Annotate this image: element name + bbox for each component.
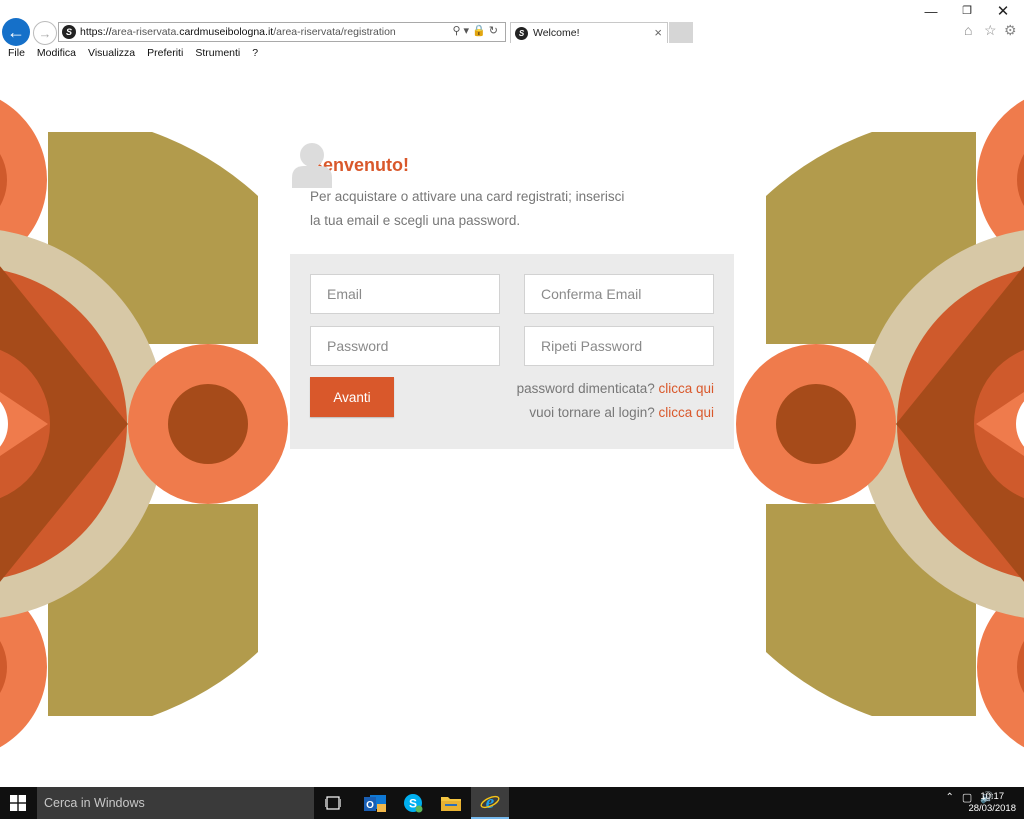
forgot-password-text: password dimenticata? <box>516 381 659 396</box>
registration-card: Benvenuto! Per acquistare o attivare una… <box>290 142 734 530</box>
address-url: https://area-riservata.cardmuseibologna.… <box>80 26 396 38</box>
close-tab-icon[interactable]: × <box>654 25 662 40</box>
outlook-icon: O <box>364 795 386 812</box>
taskbar-outlook[interactable]: O <box>356 787 394 819</box>
gear-icon[interactable]: ⚙ <box>1004 22 1017 39</box>
back-button[interactable]: ← <box>2 18 30 46</box>
task-view-icon <box>325 796 341 810</box>
menu-item-help[interactable]: ? <box>252 47 258 59</box>
search-icon[interactable]: ⚲ <box>452 25 463 37</box>
address-bar[interactable]: S https://area-riservata.cardmuseibologn… <box>58 22 506 42</box>
svg-text:e: e <box>486 792 495 812</box>
star-icon[interactable]: ☆ <box>984 22 997 39</box>
new-tab-button[interactable] <box>669 22 693 43</box>
browser-tab[interactable]: S Welcome! × <box>510 22 668 43</box>
confirm-email-field[interactable] <box>524 274 714 314</box>
submit-button[interactable]: Avanti <box>310 377 394 417</box>
search-placeholder: Cerca in Windows <box>44 796 145 810</box>
start-button[interactable] <box>0 787 36 819</box>
taskbar-search[interactable]: Cerca in Windows <box>37 787 314 819</box>
user-avatar-icon <box>292 143 332 188</box>
close-window-button[interactable]: ✕ <box>993 2 1013 20</box>
task-view-button[interactable] <box>314 787 352 819</box>
menu-item-modifica[interactable]: Modifica <box>37 47 76 59</box>
repeat-password-field[interactable] <box>524 326 714 366</box>
internet-explorer-icon: e <box>480 792 500 812</box>
menu-item-strumenti[interactable]: Strumenti <box>195 47 240 59</box>
clock-time: 10:17 <box>980 791 1005 802</box>
menu-item-preferiti[interactable]: Preferiti <box>147 47 183 59</box>
arrow-left-icon: ← <box>7 21 25 42</box>
svg-text:O: O <box>366 800 374 811</box>
minimize-button[interactable]: — <box>921 4 941 19</box>
system-clock[interactable]: 10:17 28/03/2018 <box>968 791 1016 815</box>
forgot-password-row: password dimenticata? clicca qui <box>517 381 714 396</box>
restore-button[interactable]: ❐ <box>957 4 977 17</box>
menu-item-visualizza[interactable]: Visualizza <box>88 47 135 59</box>
tab-favicon: S <box>515 26 528 40</box>
refresh-icon[interactable]: ↻ <box>489 25 501 37</box>
skype-icon: S <box>404 794 423 813</box>
windows-taskbar: Cerca in Windows O S e ⌃ ▢ 🔊 10:17 28/03… <box>0 787 1024 819</box>
intro-line: la tua email e scegli una password. <box>310 213 521 228</box>
menu-bar: File Modifica Visualizza Preferiti Strum… <box>0 44 262 61</box>
site-favicon: S <box>62 25 76 39</box>
taskbar-skype[interactable]: S <box>394 787 432 819</box>
back-to-login-row: vuoi tornare al login? clicca qui <box>529 405 714 420</box>
back-to-login-link[interactable]: clicca qui <box>658 405 714 420</box>
forward-button[interactable]: → <box>33 21 57 45</box>
back-to-login-text: vuoi tornare al login? <box>529 405 659 420</box>
chevron-up-icon[interactable]: ⌃ <box>946 792 954 803</box>
password-field[interactable] <box>310 326 500 366</box>
clock-date: 28/03/2018 <box>968 803 1016 814</box>
browser-chrome: ← → S https://area-riservata.cardmuseibo… <box>0 0 1024 63</box>
intro-line: Per acquistare o attivare una card regis… <box>310 189 625 204</box>
taskbar-file-explorer[interactable] <box>432 787 470 819</box>
page-content: Benvenuto! Per acquistare o attivare una… <box>0 62 1024 787</box>
lock-icon[interactable]: 🔒 <box>472 25 489 37</box>
home-icon[interactable]: ⌂ <box>964 22 972 38</box>
registration-form: Avanti password dimenticata? clicca qui … <box>290 254 734 449</box>
menu-item-file[interactable]: File <box>8 47 25 59</box>
folder-icon <box>441 797 461 811</box>
intro-text: Per acquistare o attivare una card regis… <box>310 185 630 233</box>
dropdown-icon[interactable]: ▾ <box>464 25 473 37</box>
address-tools: ⚲▾🔒↻ <box>452 24 501 37</box>
tab-title: Welcome! <box>533 27 580 39</box>
windows-logo-icon <box>10 795 26 811</box>
forgot-password-link[interactable]: clicca qui <box>658 381 714 396</box>
taskbar-internet-explorer[interactable]: e <box>471 787 509 819</box>
arrow-right-icon: → <box>38 25 52 41</box>
email-field[interactable] <box>310 274 500 314</box>
